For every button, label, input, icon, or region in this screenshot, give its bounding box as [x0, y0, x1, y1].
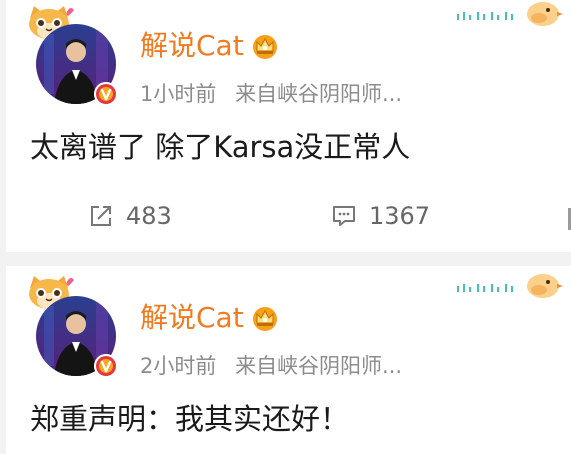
weibo-post: 解说Cat 2小时前 来自峡谷阴阳师... 郑重声明：我其实还好！ [6, 266, 571, 454]
comment-icon [333, 206, 355, 226]
post-meta: 1小时前 来自峡谷阴阳师... [140, 81, 402, 107]
bird-decoration-icon [457, 274, 563, 298]
crown-badge-icon [252, 307, 277, 331]
verified-v-icon [94, 354, 118, 378]
user-name[interactable]: 解说Cat [140, 28, 244, 64]
weibo-post: 解说Cat 1小时前 来自峡谷阴阳师... 太离谱了 除了Karsa没正常人 4… [6, 0, 571, 252]
post-source[interactable]: 来自峡谷阴阳师... [235, 82, 402, 106]
user-name[interactable]: 解说Cat [140, 300, 244, 336]
user-name-row: 解说Cat [140, 300, 280, 336]
repost-button[interactable]: 483 [88, 202, 172, 230]
user-name-row: 解说Cat [140, 28, 280, 64]
post-source[interactable]: 来自峡谷阴阳师... [235, 354, 402, 378]
repost-icon [91, 206, 111, 226]
post-content: 太离谱了 除了Karsa没正常人 [30, 130, 411, 164]
verified-v-icon [94, 82, 118, 106]
post-content: 郑重声明：我其实还好！ [30, 402, 350, 436]
bird-decoration-icon [457, 2, 563, 26]
post-meta: 2小时前 来自峡谷阴阳师... [140, 353, 402, 379]
repost-count: 483 [126, 202, 172, 230]
comment-button[interactable]: 1367 [331, 202, 430, 230]
crown-badge-icon [252, 35, 277, 59]
post-time: 2小时前 [140, 354, 217, 378]
post-time: 1小时前 [140, 82, 217, 106]
post-toolbar: 483 1367 [6, 198, 571, 238]
comment-count: 1367 [369, 202, 431, 230]
